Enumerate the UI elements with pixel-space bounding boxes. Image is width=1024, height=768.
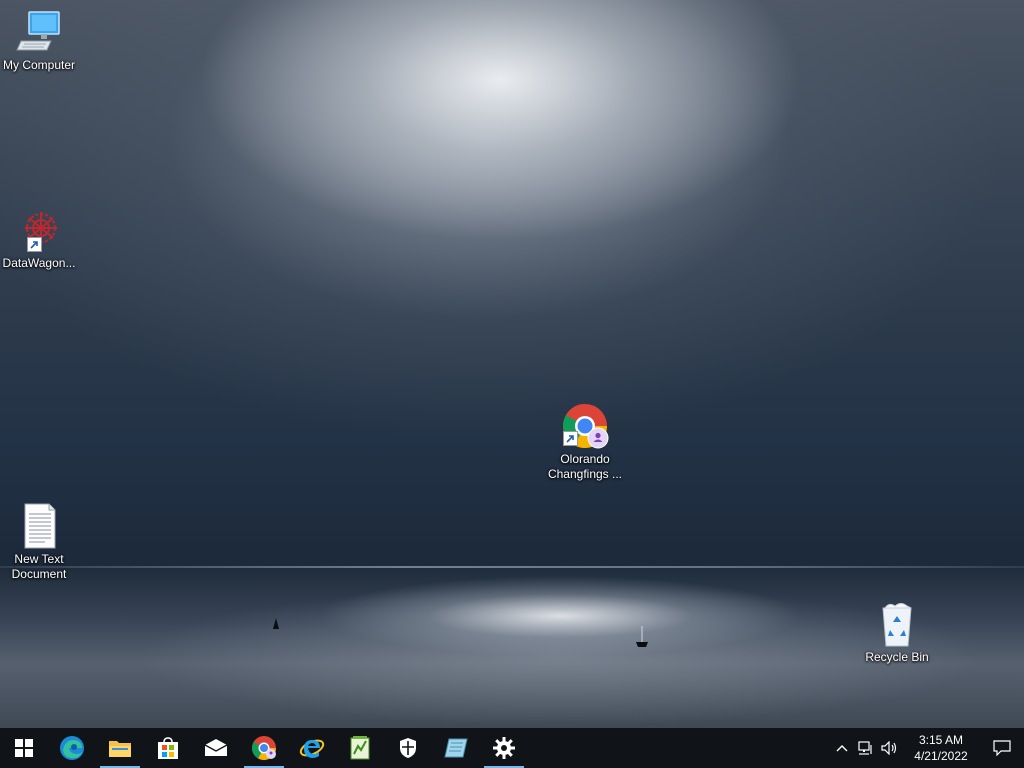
desktop-icon-recycle-bin[interactable]: Recycle Bin bbox=[858, 600, 936, 665]
network-icon bbox=[858, 741, 872, 755]
desktop-icon-label-line2: Changfings ... bbox=[547, 467, 623, 481]
clock-time: 3:15 AM bbox=[918, 733, 964, 747]
windows-security-icon bbox=[400, 738, 416, 758]
taskbar-notepad-chart-button[interactable] bbox=[336, 728, 384, 768]
taskbar-chrome-button[interactable] bbox=[240, 728, 288, 768]
desktop-icon-label: Recycle Bin bbox=[865, 650, 929, 664]
chrome-icon bbox=[251, 736, 276, 761]
desktop-icon-datawagon[interactable]: DataWagon... bbox=[0, 206, 78, 271]
desktop-icon-label: DataWagon... bbox=[2, 256, 76, 270]
computer-icon bbox=[15, 8, 63, 56]
notepad-chart-icon bbox=[350, 736, 370, 760]
internet-explorer-icon bbox=[299, 739, 325, 758]
taskbar-clock[interactable]: 3:15 AM 4/21/2022 bbox=[902, 732, 980, 764]
network-button[interactable] bbox=[854, 728, 878, 768]
taskbar: 3:15 AM 4/21/2022 bbox=[0, 728, 1024, 768]
action-center-button[interactable] bbox=[980, 728, 1024, 768]
chevron-up-icon bbox=[836, 745, 848, 752]
recycle-bin-icon bbox=[873, 600, 921, 648]
taskbar-settings-button[interactable] bbox=[480, 728, 528, 768]
taskbar-mail-button[interactable] bbox=[192, 728, 240, 768]
taskbar-security-button[interactable] bbox=[384, 728, 432, 768]
chrome-profile-icon bbox=[561, 402, 609, 450]
microsoft-store-icon bbox=[158, 737, 178, 759]
edge-icon bbox=[60, 736, 84, 760]
text-document-icon bbox=[15, 502, 63, 550]
start-button[interactable] bbox=[0, 728, 48, 768]
speaker-icon bbox=[881, 741, 897, 755]
windows-start-icon bbox=[15, 739, 33, 757]
datawagon-icon bbox=[15, 206, 63, 254]
buoy-silhouette bbox=[273, 618, 279, 629]
settings-gear-icon bbox=[493, 737, 515, 759]
taskbar-store-button[interactable] bbox=[144, 728, 192, 768]
taskbar-file-explorer-button[interactable] bbox=[96, 728, 144, 768]
desktop-icon-label: My Computer bbox=[2, 58, 76, 72]
mail-icon bbox=[204, 739, 228, 756]
sticky-tool-icon bbox=[444, 738, 468, 758]
taskbar-tool-button[interactable] bbox=[432, 728, 480, 768]
desktop-icon-chrome-profile[interactable]: Olorando Changfings ... bbox=[546, 402, 624, 482]
notification-icon bbox=[993, 740, 1011, 756]
desktop-icon-new-text-document[interactable]: New Text Document bbox=[0, 502, 78, 582]
shortcut-arrow-icon bbox=[27, 237, 42, 252]
taskbar-edge-button[interactable] bbox=[48, 728, 96, 768]
system-tray: 3:15 AM 4/21/2022 bbox=[830, 728, 1024, 768]
file-explorer-icon bbox=[109, 741, 131, 757]
show-hidden-icons-button[interactable] bbox=[830, 728, 854, 768]
desktop-icon-label-line1: New Text bbox=[14, 552, 64, 566]
taskbar-internet-explorer-button[interactable] bbox=[288, 728, 336, 768]
desktop-wallpaper: My Computer DataWagon... Olorando Changf… bbox=[0, 0, 1024, 728]
clock-date: 4/21/2022 bbox=[914, 749, 968, 763]
wallpaper-horizon bbox=[0, 566, 1024, 568]
desktop-icon-label-line1: Olorando bbox=[560, 452, 610, 466]
volume-button[interactable] bbox=[878, 728, 902, 768]
boat-silhouette bbox=[636, 626, 648, 647]
shortcut-arrow-icon bbox=[563, 431, 578, 446]
desktop-icon-label-line2: Document bbox=[11, 567, 67, 581]
desktop-icon-my-computer[interactable]: My Computer bbox=[0, 8, 78, 73]
